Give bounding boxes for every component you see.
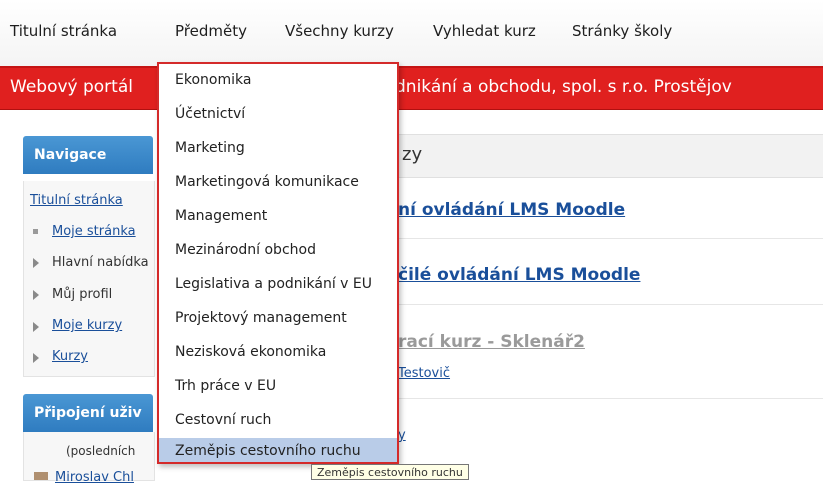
courses-heading-box: zy [383,134,823,178]
menu-item-label: Ekonomika [175,72,252,88]
nav-link-home[interactable]: Titulní stránka [30,193,123,208]
menu-item-management[interactable]: Management [159,200,397,233]
tooltip: Zeměpis cestovního ruchu [311,464,469,480]
topnav-titulni-stranka[interactable]: Titulní stránka [10,22,117,40]
topnav-vsechny-kurzy[interactable]: Všechny kurzy [285,22,394,40]
menu-item-label: Marketing [175,140,245,156]
menu-item-trh-prace[interactable]: Trh práce v EU [159,370,397,403]
menu-item-zemepis-cestovniho-ruchu[interactable]: Zeměpis cestovního ruchu [159,438,397,462]
topnav-vyhledat-kurz[interactable]: Vyhledat kurz [433,22,536,40]
navigation-block-body [23,181,155,377]
menu-item-label: Nezisková ekonomika [175,344,327,360]
menu-item-label: Management [175,208,268,224]
online-users-subtitle: (posledních [66,444,136,458]
square-bullet-icon [33,229,38,234]
menu-item-label: Účetnictví [175,106,246,122]
online-users-block-title: Připojení uživ [34,405,142,421]
menu-item-label: Mezinárodní obchod [175,242,316,258]
course-link-3[interactable]: rací kurz - Sklenář2 [398,332,585,352]
menu-item-label: Zeměpis cestovního ruchu [175,443,361,459]
avatar [34,472,48,480]
menu-item-neziskova-ekonomika[interactable]: Nezisková ekonomika [159,336,397,369]
topnav-predmety[interactable]: Předměty [175,22,247,40]
course-divider [383,238,823,239]
menu-item-legislativa[interactable]: Legislativa a podnikání v EU [159,268,397,301]
top-navigation-bar: Titulní stránka Předměty Všechny kurzy V… [0,0,823,66]
site-banner: Webový portál dnikání a obchodu, spol. s… [0,66,823,110]
menu-item-mezinarodni-obchod[interactable]: Mezinárodní obchod [159,234,397,267]
nav-item-kurzy[interactable]: Kurzy [52,349,88,364]
course-teacher-link[interactable]: Testovič [398,366,450,381]
subjects-dropdown-menu: Ekonomika Účetnictví Marketing Marketing… [157,62,399,464]
nav-item-hlavni-nabidka[interactable]: Hlavní nabídka [52,255,149,270]
menu-item-label: Cestovní ruch [175,412,272,428]
course-teacher-link-4[interactable]: y [398,428,406,443]
triangle-right-icon [33,322,39,332]
menu-item-label: Marketingová komunikace [175,174,359,190]
nav-item-moje-stranka[interactable]: Moje stránka [52,224,136,239]
courses-heading: zy [402,144,423,165]
course-divider [383,398,823,399]
course-link-1[interactable]: ní ovládání LMS Moodle [398,200,625,220]
course-divider [383,304,823,305]
menu-item-projektovy-management[interactable]: Projektový management [159,302,397,335]
course-link-2[interactable]: čilé ovládání LMS Moodle [398,265,640,285]
menu-item-cestovni-ruch[interactable]: Cestovní ruch [159,404,397,437]
triangle-right-icon [33,290,39,300]
navigation-block-header[interactable]: Navigace [23,136,153,174]
triangle-right-icon [33,353,39,363]
online-user-link[interactable]: Miroslav Chl [55,470,134,485]
nav-item-moje-kurzy[interactable]: Moje kurzy [52,318,122,333]
nav-item-muj-profil[interactable]: Můj profil [52,287,112,302]
triangle-right-icon [33,258,39,268]
menu-item-ucetnictvi[interactable]: Účetnictví [159,98,397,131]
menu-item-label: Projektový management [175,310,347,326]
menu-item-marketingova-komunikace[interactable]: Marketingová komunikace [159,166,397,199]
menu-item-marketing[interactable]: Marketing [159,132,397,165]
menu-item-label: Legislativa a podnikání v EU [175,276,373,292]
menu-item-label: Trh práce v EU [175,378,277,394]
topnav-stranky-skoly[interactable]: Stránky školy [572,22,672,40]
online-users-block-header[interactable]: Připojení uživ [23,394,153,432]
site-title-right: dnikání a obchodu, spol. s r.o. Prostějo… [395,77,732,97]
navigation-block-title: Navigace [34,147,107,163]
menu-item-ekonomika[interactable]: Ekonomika [159,64,397,97]
site-title-left: Webový portál [10,77,133,97]
